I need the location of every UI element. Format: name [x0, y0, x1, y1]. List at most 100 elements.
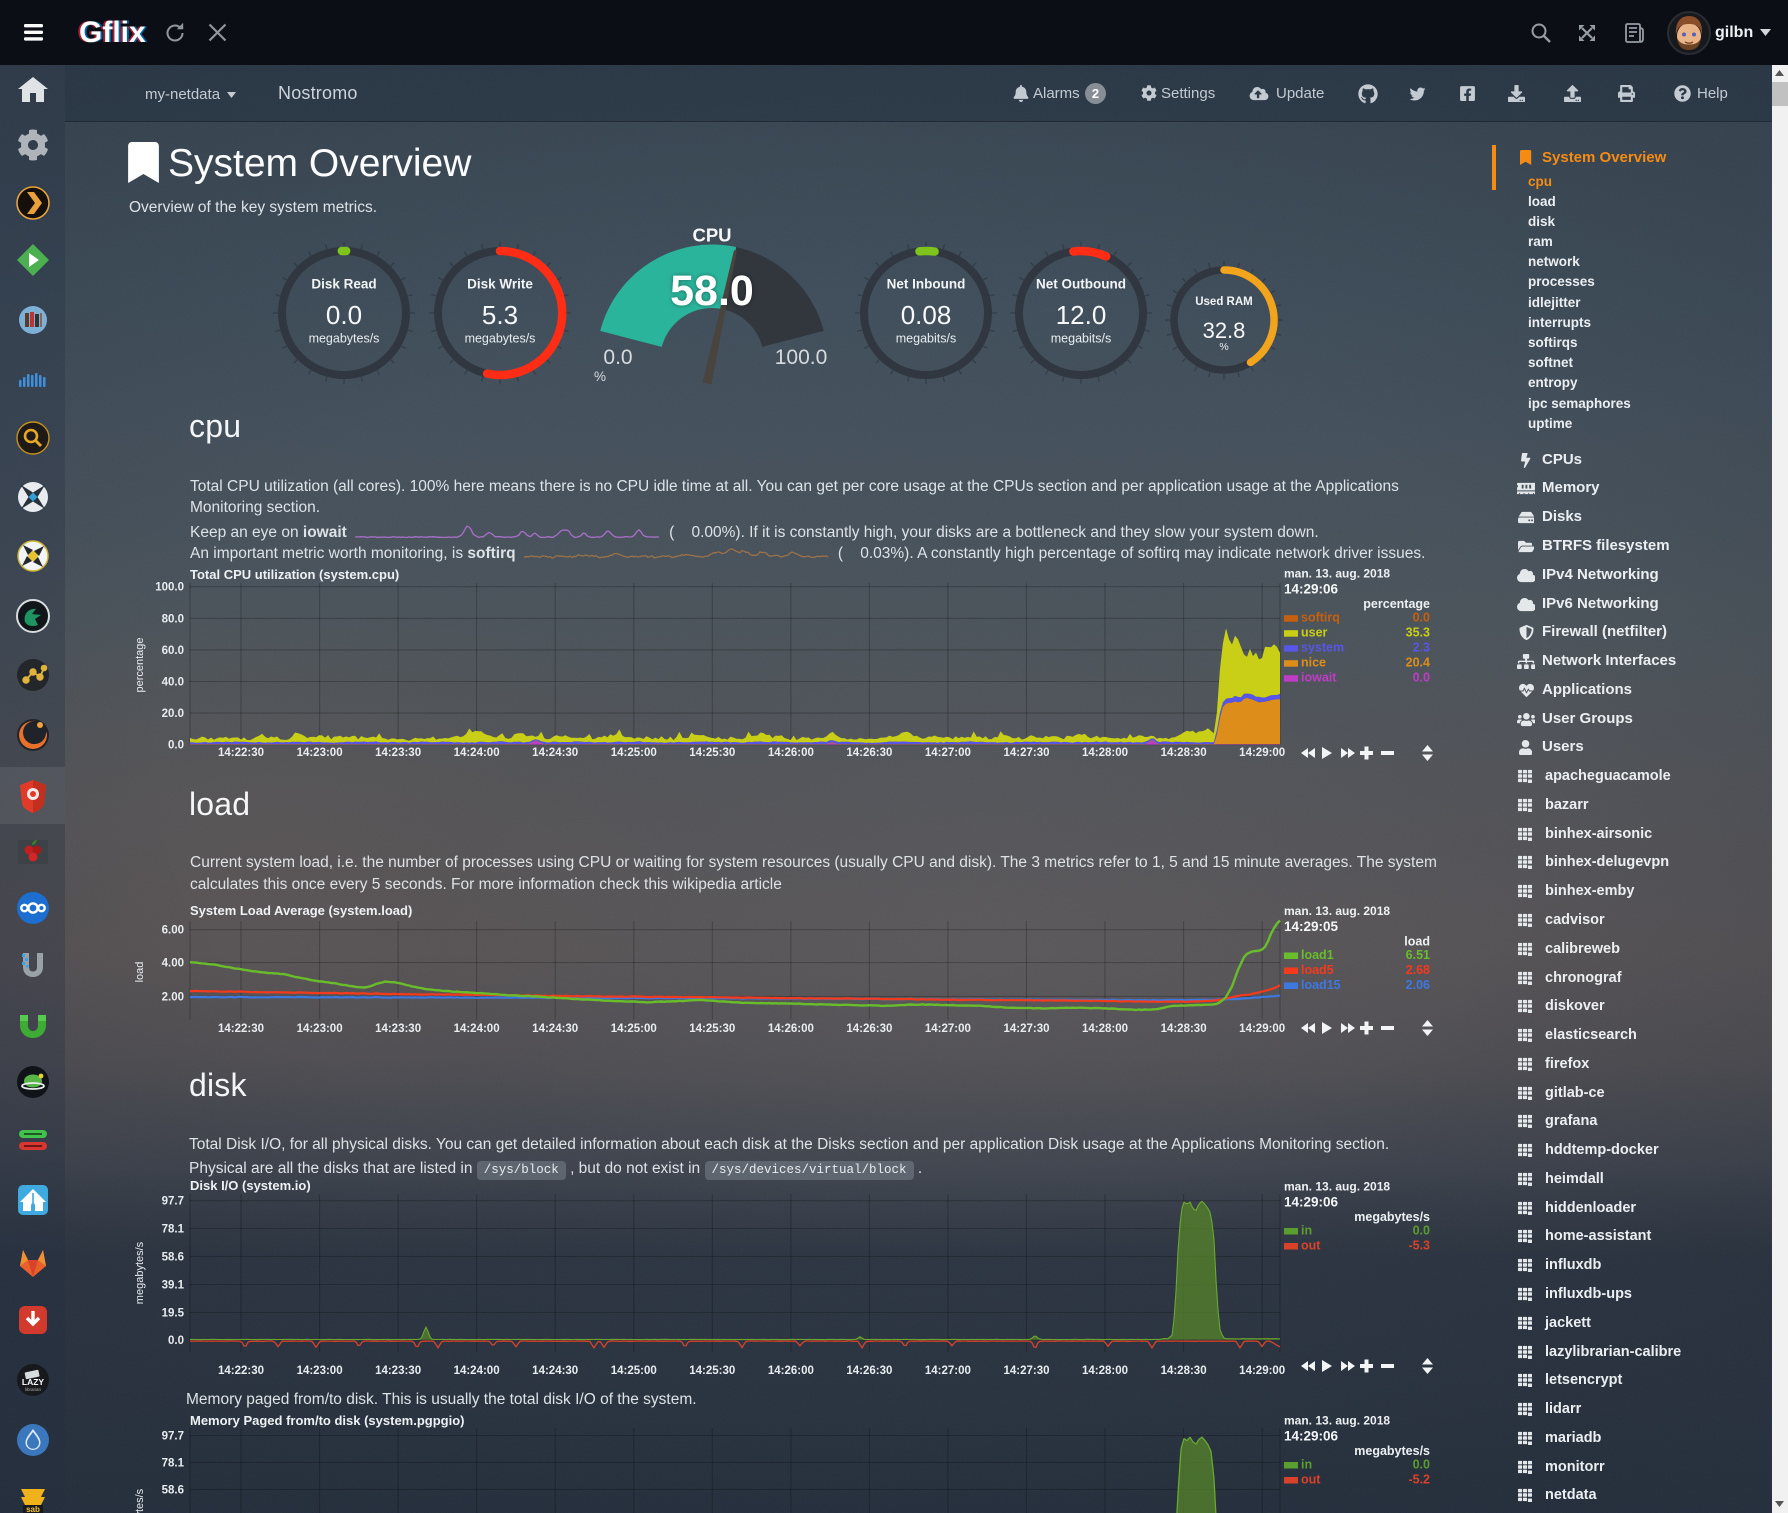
svg-text:100.0: 100.0	[775, 346, 828, 369]
svg-text:14:27:00: 14:27:00	[925, 1023, 971, 1035]
svg-text:Disk I/O (system.io): Disk I/O (system.io)	[190, 1178, 311, 1193]
svg-text:14:22:30: 14:22:30	[218, 1365, 264, 1377]
svg-text:2.00: 2.00	[162, 991, 184, 1003]
svg-text:14:26:00: 14:26:00	[768, 1023, 814, 1035]
svg-text:32.8: 32.8	[1203, 318, 1246, 343]
svg-text:load15: load15	[1301, 978, 1341, 992]
svg-text:-5.2: -5.2	[1408, 1473, 1430, 1487]
svg-text:20.0: 20.0	[162, 708, 184, 720]
svg-text:14:29:00: 14:29:00	[1239, 1023, 1285, 1035]
svg-text:14:24:00: 14:24:00	[454, 1023, 500, 1035]
svg-text:out: out	[1301, 1473, 1321, 1487]
svg-text:14:24:30: 14:24:30	[532, 747, 578, 759]
svg-text:14:27:00: 14:27:00	[925, 747, 971, 759]
svg-text:LAZY: LAZY	[22, 1377, 45, 1387]
svg-text:14:26:30: 14:26:30	[846, 747, 892, 759]
svg-text:system: system	[1301, 641, 1344, 655]
svg-text:Used RAM: Used RAM	[1195, 296, 1253, 308]
svg-text:megabytes/s: megabytes/s	[1354, 1444, 1430, 1458]
svg-text:Net Inbound: Net Inbound	[887, 277, 966, 292]
svg-text:2.06: 2.06	[1406, 978, 1430, 992]
svg-text:14:25:30: 14:25:30	[689, 747, 735, 759]
svg-text:megabits/s: megabits/s	[1051, 332, 1111, 346]
svg-text:megabytes/s: megabytes/s	[465, 332, 536, 346]
svg-text:14:29:00: 14:29:00	[1239, 747, 1285, 759]
svg-text:14:22:30: 14:22:30	[218, 747, 264, 759]
svg-text:40.0: 40.0	[162, 677, 184, 689]
svg-text:35.3: 35.3	[1406, 626, 1430, 640]
svg-text:Net Outbound: Net Outbound	[1036, 277, 1126, 292]
svg-text:14:23:30: 14:23:30	[375, 1023, 421, 1035]
svg-text:CPU: CPU	[692, 225, 731, 246]
svg-text:man. 13. aug. 2018: man. 13. aug. 2018	[1284, 1180, 1390, 1194]
svg-text:14:25:30: 14:25:30	[689, 1365, 735, 1377]
svg-text:14:29:06: 14:29:06	[1284, 1195, 1339, 1210]
svg-text:4.00: 4.00	[162, 958, 184, 970]
svg-text:14:25:30: 14:25:30	[689, 1023, 735, 1035]
svg-text:load: load	[134, 962, 146, 983]
svg-text:Total CPU utilization (system.: Total CPU utilization (system.cpu)	[190, 567, 399, 582]
svg-text:man. 13. aug. 2018: man. 13. aug. 2018	[1284, 1414, 1390, 1428]
svg-text:6.51: 6.51	[1406, 948, 1430, 962]
svg-text:megabytes/s: megabytes/s	[309, 332, 380, 346]
svg-text:percentage: percentage	[134, 637, 146, 692]
svg-text:0.0: 0.0	[326, 300, 362, 330]
svg-text:Memory Paged from/to disk (sys: Memory Paged from/to disk (system.pgpgio…	[190, 1413, 465, 1428]
svg-text:out: out	[1301, 1239, 1321, 1253]
svg-text:megabytes/s: megabytes/s	[134, 1488, 146, 1513]
svg-text:60.0: 60.0	[162, 645, 184, 657]
svg-text:14:26:00: 14:26:00	[768, 747, 814, 759]
svg-text:14:29:06: 14:29:06	[1284, 1429, 1339, 1444]
svg-text:load5: load5	[1301, 963, 1334, 977]
svg-text:0.0: 0.0	[603, 346, 632, 369]
svg-text:14:27:00: 14:27:00	[925, 1365, 971, 1377]
svg-text:14:22:30: 14:22:30	[218, 1023, 264, 1035]
svg-text:14:24:30: 14:24:30	[532, 1023, 578, 1035]
svg-text:97.7: 97.7	[162, 1196, 184, 1208]
svg-text:14:24:00: 14:24:00	[454, 1365, 500, 1377]
svg-text:softirq: softirq	[1301, 611, 1340, 625]
svg-text:14:28:00: 14:28:00	[1082, 747, 1128, 759]
svg-text:14:24:00: 14:24:00	[454, 747, 500, 759]
svg-text:Disk Read: Disk Read	[311, 277, 376, 292]
svg-text:14:26:00: 14:26:00	[768, 1365, 814, 1377]
svg-text:librarian: librarian	[25, 1387, 42, 1392]
svg-text:iowait: iowait	[1301, 671, 1337, 685]
svg-text:megabits/s: megabits/s	[896, 332, 956, 346]
svg-text:in: in	[1301, 1458, 1312, 1472]
svg-text:14:24:30: 14:24:30	[532, 1365, 578, 1377]
svg-text:14:25:00: 14:25:00	[611, 1023, 657, 1035]
svg-text:%: %	[594, 369, 606, 384]
svg-text:0.0: 0.0	[1413, 1458, 1430, 1472]
svg-text:sab: sab	[26, 1505, 40, 1513]
svg-text:97.7: 97.7	[162, 1431, 184, 1443]
svg-text:14:28:00: 14:28:00	[1082, 1365, 1128, 1377]
svg-text:2.68: 2.68	[1406, 963, 1430, 977]
svg-text:14:28:30: 14:28:30	[1161, 1365, 1207, 1377]
svg-text:78.1: 78.1	[162, 1457, 185, 1469]
svg-text:12.0: 12.0	[1056, 300, 1107, 330]
svg-text:78.1: 78.1	[162, 1224, 185, 1236]
svg-text:19.5: 19.5	[162, 1308, 185, 1320]
svg-text:man. 13. aug. 2018: man. 13. aug. 2018	[1284, 904, 1390, 918]
svg-text:58.0: 58.0	[670, 267, 754, 315]
svg-text:System Load Average (system.lo: System Load Average (system.load)	[190, 903, 412, 918]
svg-text:percentage: percentage	[1363, 597, 1430, 611]
svg-text:80.0: 80.0	[162, 613, 184, 625]
svg-text:14:29:06: 14:29:06	[1284, 582, 1339, 597]
svg-text:0.08: 0.08	[901, 300, 952, 330]
svg-text:14:23:00: 14:23:00	[297, 1023, 343, 1035]
svg-text:14:23:30: 14:23:30	[375, 1365, 421, 1377]
svg-text:14:23:30: 14:23:30	[375, 747, 421, 759]
svg-text:5.3: 5.3	[482, 300, 518, 330]
svg-text:14:27:30: 14:27:30	[1003, 1365, 1049, 1377]
svg-text:14:28:30: 14:28:30	[1161, 1023, 1207, 1035]
svg-text:58.6: 58.6	[162, 1484, 184, 1496]
svg-text:14:26:30: 14:26:30	[846, 1023, 892, 1035]
svg-text:-5.3: -5.3	[1408, 1239, 1430, 1253]
svg-text:in: in	[1301, 1224, 1312, 1238]
svg-text:14:29:05: 14:29:05	[1284, 919, 1339, 934]
svg-text:58.6: 58.6	[162, 1252, 184, 1264]
svg-text:2.3: 2.3	[1413, 641, 1430, 655]
svg-text:nice: nice	[1301, 656, 1326, 670]
